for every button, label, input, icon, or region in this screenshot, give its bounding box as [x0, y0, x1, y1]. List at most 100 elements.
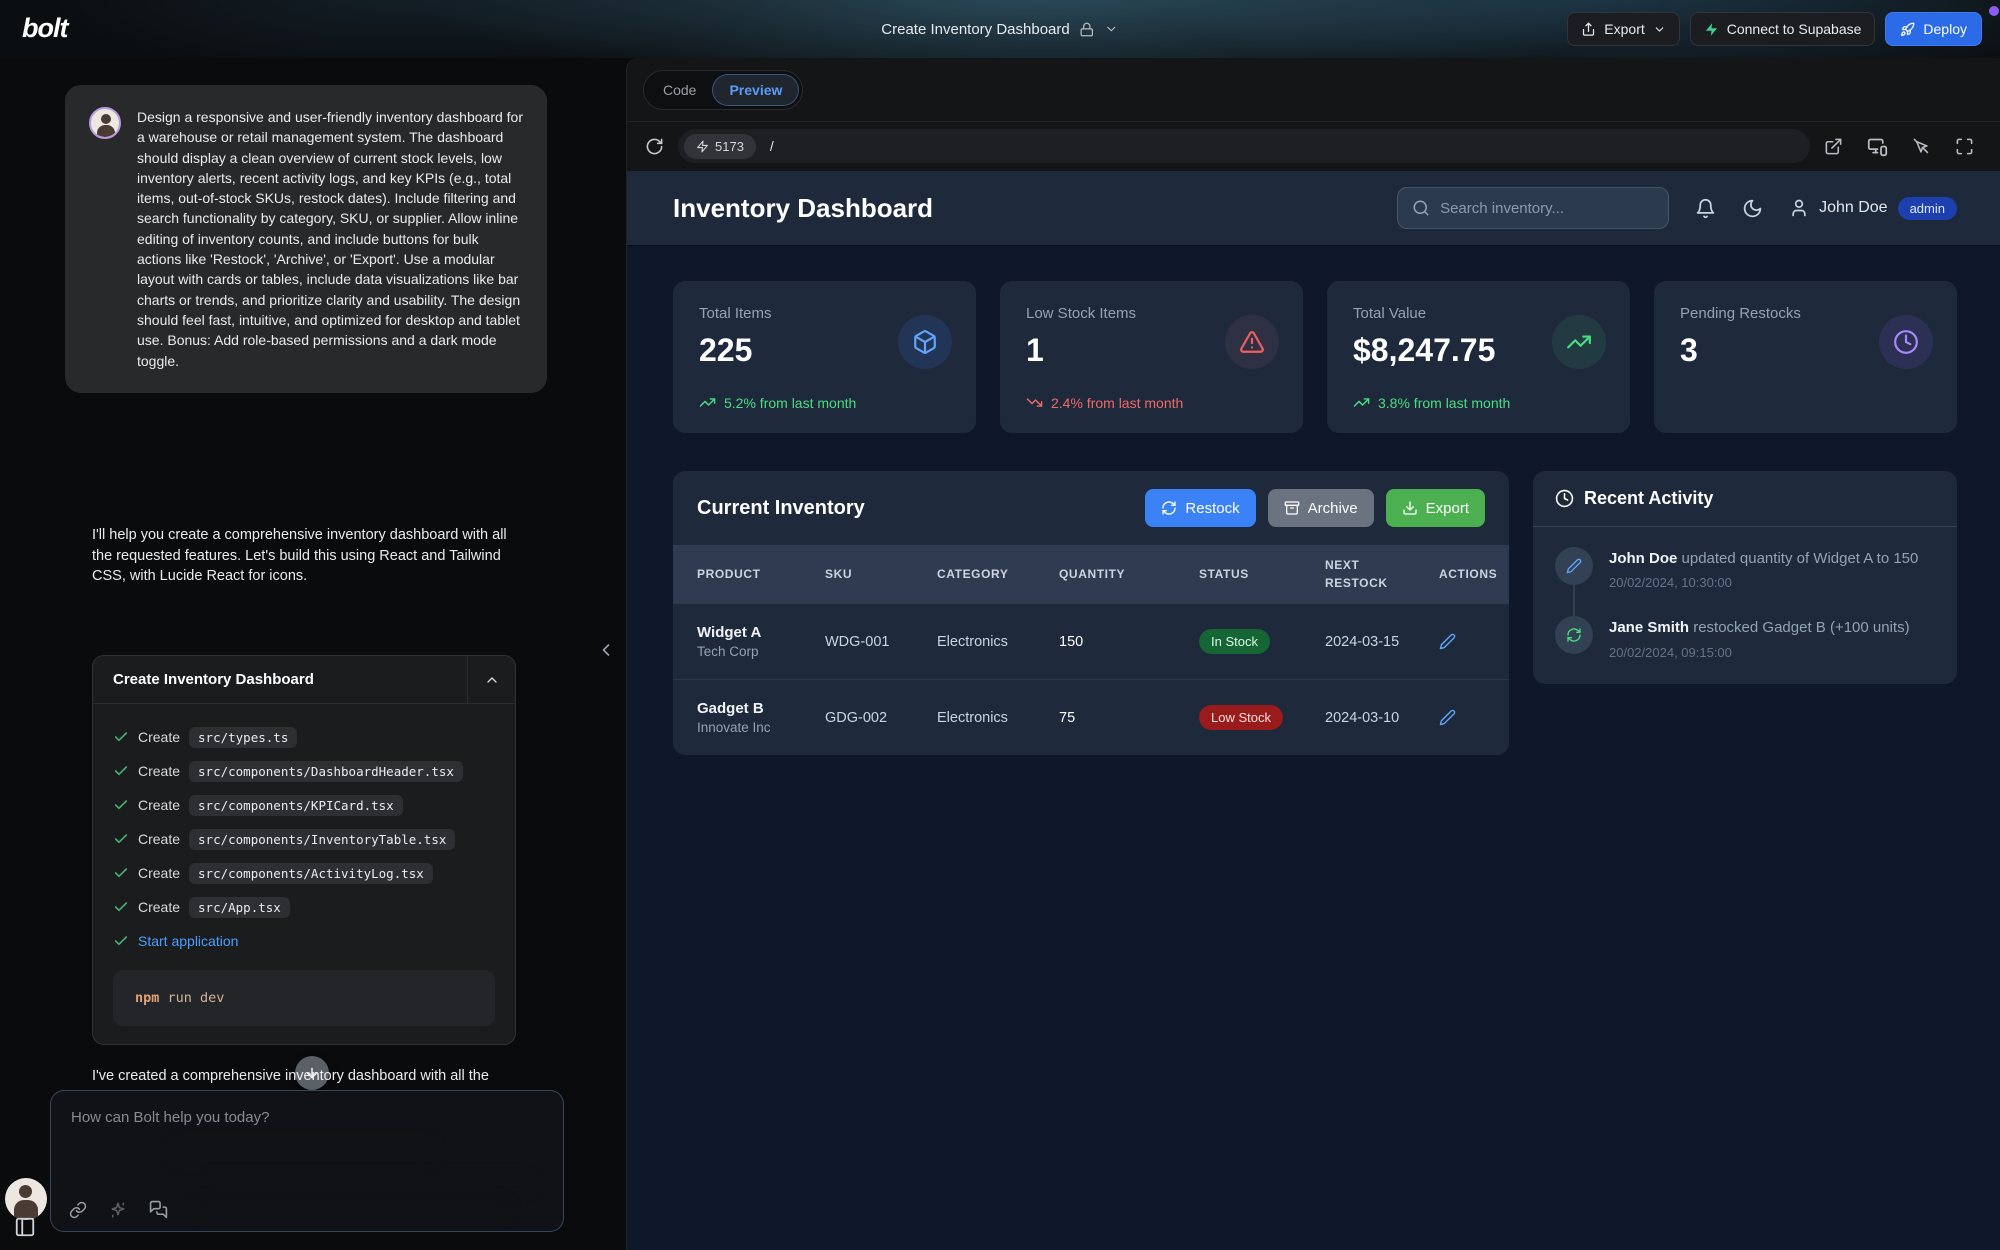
cell-next-restock: 2024-03-15: [1325, 634, 1439, 650]
reload-icon[interactable]: [645, 137, 664, 156]
collapse-chat-button[interactable]: [596, 640, 616, 660]
url-path: /: [770, 138, 774, 154]
cell-quantity[interactable]: 150: [1059, 634, 1199, 650]
file-chip[interactable]: src/components/KPICard.tsx: [189, 795, 403, 816]
user-menu[interactable]: John Doe admin: [1789, 197, 1957, 220]
current-inventory-panel: Current Inventory Restock: [673, 471, 1509, 755]
trending-down-icon: [1026, 394, 1043, 411]
refresh-icon: [1555, 616, 1593, 654]
artifact-action-row: Create src/App.tsx: [113, 890, 495, 924]
cell-next-restock: 2024-03-10: [1325, 710, 1439, 726]
artifact-collapse-button[interactable]: [467, 656, 515, 703]
file-chip[interactable]: src/App.tsx: [189, 897, 290, 918]
export-button[interactable]: Export: [1567, 12, 1679, 46]
bell-icon[interactable]: [1695, 198, 1716, 219]
action-verb: Create: [138, 831, 180, 847]
command-bin: npm: [135, 990, 159, 1006]
inventory-title: Current Inventory: [697, 497, 865, 520]
activity-item: Jane Smith restocked Gadget B (+100 unit…: [1555, 616, 1935, 659]
address-bar[interactable]: 5173 /: [678, 129, 1810, 163]
archive-button[interactable]: Archive: [1268, 489, 1374, 527]
recent-activity-panel: Recent Activity John Doe: [1533, 471, 1957, 684]
file-chip[interactable]: src/components/DashboardHeader.tsx: [189, 761, 463, 782]
dark-mode-toggle-moon-icon[interactable]: [1742, 198, 1763, 219]
sparkles-icon[interactable]: [109, 1201, 127, 1219]
link-icon[interactable]: [69, 1201, 87, 1219]
status-badge: In Stock: [1199, 629, 1270, 654]
chat-input[interactable]: How can Bolt help you today?: [50, 1090, 564, 1232]
cell-quantity[interactable]: 75: [1059, 710, 1199, 726]
activity-time: 20/02/2024, 09:15:00: [1609, 645, 1910, 660]
file-chip[interactable]: src/components/ActivityLog.tsx: [189, 863, 433, 884]
check-icon: [113, 865, 129, 881]
bolt-logo[interactable]: bolt: [22, 13, 67, 44]
download-icon: [1402, 500, 1418, 516]
export-csv-button[interactable]: Export: [1386, 489, 1485, 527]
restock-label: Restock: [1185, 500, 1239, 517]
artifact-title: Create Inventory Dashboard: [93, 656, 467, 703]
supabase-label: Connect to Supabase: [1727, 21, 1862, 37]
tab-preview[interactable]: Preview: [712, 74, 799, 106]
trending-up-icon: [1353, 394, 1370, 411]
account-avatar[interactable]: [5, 1178, 47, 1220]
search-input[interactable]: [1440, 200, 1654, 217]
col-next-restock: Next Restock: [1325, 556, 1397, 592]
project-title-menu[interactable]: Create Inventory Dashboard: [881, 21, 1118, 38]
activity-user: John Doe: [1609, 550, 1677, 567]
deploy-button[interactable]: Deploy: [1885, 12, 1982, 46]
cell-sku: WDG-001: [825, 634, 937, 650]
connect-supabase-button[interactable]: Connect to Supabase: [1690, 12, 1876, 46]
check-icon: [113, 729, 129, 745]
plug-zap-icon: [696, 140, 709, 153]
action-verb: Create: [138, 763, 180, 779]
restock-button[interactable]: Restock: [1145, 489, 1255, 527]
col-quantity: Quantity: [1059, 565, 1199, 583]
port-pill[interactable]: 5173: [684, 134, 756, 159]
product-supplier: Innovate Inc: [697, 720, 825, 735]
edit-pencil-icon[interactable]: [1439, 633, 1485, 650]
artifact-action-row: Create src/components/KPICard.tsx: [113, 788, 495, 822]
top-bar: bolt Create Inventory Dashboard Export C…: [0, 0, 2000, 58]
inventory-search[interactable]: [1397, 187, 1669, 229]
app-title: Inventory Dashboard: [673, 193, 933, 224]
devices-icon[interactable]: [1867, 136, 1888, 157]
kpi-delta-text: 3.8% from last month: [1378, 395, 1510, 411]
user-avatar: [89, 107, 121, 139]
share-icon: [1581, 22, 1596, 37]
trending-up-icon: [699, 394, 716, 411]
file-chip[interactable]: src/components/InventoryTable.tsx: [189, 829, 455, 850]
activity-action: updated quantity of Widget A to 150: [1682, 550, 1919, 567]
kpi-cards: Total Items 225 5.2% from last month Low…: [673, 281, 1957, 433]
col-status: Status: [1199, 565, 1325, 583]
product-name: Widget A: [697, 624, 825, 641]
refresh-icon: [1161, 500, 1177, 516]
search-icon: [1412, 199, 1430, 217]
table-row[interactable]: Gadget B Innovate Inc GDG-002 Electronic…: [673, 679, 1509, 755]
table-row[interactable]: Widget A Tech Corp WDG-001 Electronics 1…: [673, 603, 1509, 679]
file-chip[interactable]: src/types.ts: [189, 727, 297, 748]
artifact-action-row: Create src/components/DashboardHeader.ts…: [113, 754, 495, 788]
pointer-off-icon[interactable]: [1912, 137, 1931, 156]
fullscreen-icon[interactable]: [1955, 137, 1974, 156]
start-application-link[interactable]: Start application: [138, 933, 238, 949]
external-link-icon[interactable]: [1824, 137, 1843, 156]
project-title: Create Inventory Dashboard: [881, 21, 1069, 38]
tab-code[interactable]: Code: [647, 75, 712, 105]
chevron-down-icon: [1653, 23, 1666, 36]
preview-url-bar: 5173 /: [627, 122, 2000, 170]
check-icon: [113, 933, 129, 949]
trending-up-icon: [1552, 315, 1606, 369]
panel-left-icon[interactable]: [14, 1216, 36, 1238]
activity-action: restocked Gadget B (+100 units): [1693, 619, 1909, 636]
action-verb: Create: [138, 729, 180, 745]
kpi-pending-restocks: Pending Restocks 3: [1654, 281, 1957, 433]
check-icon: [113, 797, 129, 813]
messages-icon[interactable]: [149, 1200, 168, 1219]
edit-pencil-icon[interactable]: [1439, 709, 1485, 726]
cell-category: Electronics: [937, 634, 1059, 650]
chevron-down-icon: [1105, 22, 1119, 36]
activity-item: John Doe updated quantity of Widget A to…: [1555, 547, 1935, 590]
assistant-followup: I've created a comprehensive inventory d…: [92, 1068, 522, 1084]
clock-icon: [1555, 489, 1574, 508]
assistant-intro: I'll help you create a comprehensive inv…: [92, 525, 516, 587]
